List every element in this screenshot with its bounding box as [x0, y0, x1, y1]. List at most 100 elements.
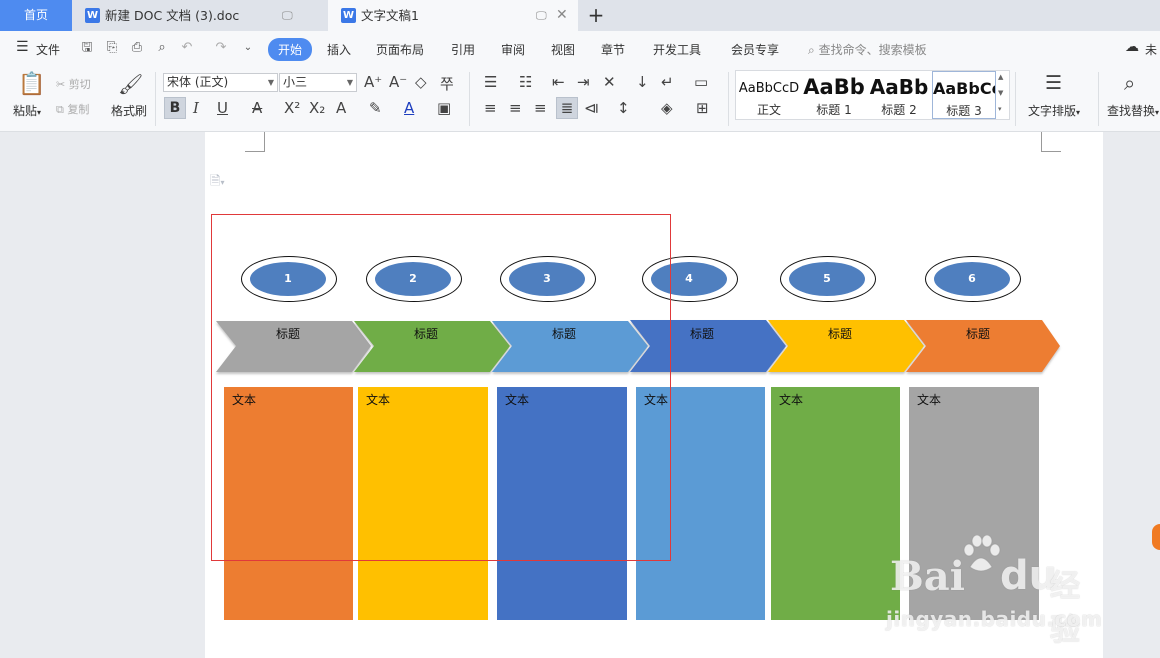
menu-file[interactable]: 文件	[36, 41, 60, 58]
char-border-icon[interactable]: ▣	[437, 99, 451, 117]
magnifier-icon[interactable]: ⌕	[1124, 71, 1135, 95]
tab-doc-1[interactable]: W 新建 DOC 文档 (3).doc 🖵	[72, 0, 327, 31]
decrease-indent-icon[interactable]: ⇤	[552, 73, 565, 91]
menu-section[interactable]: 章节	[601, 41, 625, 58]
style-heading-2[interactable]: AaBb 标题 2	[866, 71, 932, 119]
chevron-title[interactable]: 标题	[828, 325, 852, 342]
tab-doc-2-label: 文字文稿1	[361, 8, 419, 23]
borders-icon[interactable]: ⊞	[696, 99, 709, 117]
menu-review[interactable]: 审阅	[501, 41, 525, 58]
command-search[interactable]: ⌕ 查找命令、搜索模板	[808, 41, 927, 58]
menu-insert[interactable]: 插入	[327, 41, 351, 58]
cloud-icon[interactable]: ☁	[1125, 39, 1139, 55]
text-box-label: 文本	[779, 393, 804, 407]
number-oval[interactable]: 6	[925, 256, 1021, 302]
ribbon-divider	[728, 72, 729, 126]
italic-button[interactable]: I	[193, 99, 199, 117]
chevron-title[interactable]: 标题	[966, 325, 990, 342]
copy-button[interactable]: ⧉ 复制	[56, 101, 89, 117]
paragraph-options-icon[interactable]: 🗎▾	[210, 172, 224, 194]
grow-font-icon[interactable]: A⁺	[364, 73, 382, 91]
text-layout-icon[interactable]: ☰	[1045, 72, 1062, 94]
ruler-icon[interactable]: ▭	[694, 73, 708, 91]
command-search-placeholder: 查找命令、搜索模板	[818, 43, 927, 57]
align-center-icon[interactable]: ≡	[509, 99, 522, 117]
undo-icon[interactable]: ↶	[179, 40, 195, 56]
style-heading-3[interactable]: AaBbCc 标题 3	[932, 71, 996, 119]
export-pdf-icon[interactable]: ⎘	[104, 40, 120, 56]
strikethrough-button[interactable]: A	[252, 99, 262, 117]
scissors-icon: ✂	[56, 78, 66, 91]
format-painter-button[interactable]: 格式刷	[111, 102, 147, 119]
gallery-more-icon[interactable]: ▾	[998, 105, 1002, 113]
sort-icon[interactable]: ↓	[636, 73, 649, 91]
paste-icon[interactable]: 📋	[18, 72, 45, 97]
bold-button[interactable]: B	[164, 97, 186, 119]
watermark-jingyan: 经验	[1050, 569, 1080, 648]
text-box-label: 文本	[917, 393, 942, 407]
hamburger-icon[interactable]: ☰	[16, 39, 29, 55]
chevron-down-icon[interactable]: ⌄	[240, 40, 256, 56]
gallery-down-icon[interactable]: ▼	[998, 89, 1003, 97]
monitor-icon[interactable]: 🖵	[536, 0, 547, 31]
find-replace-button[interactable]: 查找替换▾	[1107, 102, 1159, 119]
menu-home[interactable]: 开始	[268, 38, 313, 61]
baidu-watermark: Bai du 经验 jingyan.baidu.com	[886, 525, 1102, 648]
text-box[interactable]: 文本	[771, 387, 900, 620]
paste-button[interactable]: 粘贴▾	[13, 102, 41, 119]
menu-references[interactable]: 引用	[451, 41, 475, 58]
shading-icon[interactable]: ◈	[661, 99, 673, 117]
ribbon-divider	[469, 72, 470, 126]
chevron-title[interactable]: 标题	[690, 325, 714, 342]
menu-member[interactable]: 会员专享	[731, 41, 779, 58]
style-normal[interactable]: AaBbCcD 正文	[736, 71, 802, 119]
menu-view[interactable]: 视图	[551, 41, 575, 58]
superscript-button[interactable]: X²	[284, 99, 300, 117]
save-icon[interactable]: 🖫	[79, 40, 95, 56]
align-left-icon[interactable]: ≡	[484, 99, 497, 117]
underline-button[interactable]: U	[217, 99, 228, 117]
bullet-list-icon[interactable]: ☰	[484, 73, 497, 91]
redo-icon[interactable]: ↷	[213, 40, 229, 56]
justify-icon[interactable]: ≣	[556, 97, 578, 119]
clear-format-icon[interactable]: ◇	[415, 73, 427, 91]
menu-right-label[interactable]: 未	[1145, 41, 1157, 58]
numbered-list-icon[interactable]: ☷	[519, 73, 532, 91]
tab-home[interactable]: 首页	[0, 0, 72, 31]
menu-developer[interactable]: 开发工具	[653, 41, 701, 58]
new-tab-button[interactable]: +	[586, 0, 606, 31]
monitor-icon[interactable]: 🖵	[282, 0, 293, 31]
distributed-icon[interactable]: ⧏	[584, 99, 599, 117]
tab-doc-2[interactable]: W 文字文稿1 🖵 ✕	[328, 0, 578, 31]
number-oval[interactable]: 5	[780, 256, 876, 302]
font-name-select[interactable]: 宋体 (正文) ▼	[163, 73, 278, 92]
style-heading-1[interactable]: AaBb 标题 1	[802, 71, 866, 119]
cut-button[interactable]: ✂ 剪切	[56, 76, 91, 92]
shrink-font-icon[interactable]: A⁻	[389, 73, 407, 91]
subscript-button[interactable]: X₂	[309, 99, 325, 117]
print-preview-icon[interactable]: ⌕	[154, 40, 170, 56]
gallery-up-icon[interactable]: ▲	[998, 73, 1003, 81]
side-widget[interactable]	[1152, 524, 1160, 550]
number-oval-label: 5	[789, 262, 865, 296]
tab-bar: 首页 W 新建 DOC 文档 (3).doc 🖵 W 文字文稿1 🖵 ✕ +	[0, 0, 1160, 31]
crop-mark	[245, 132, 265, 152]
print-icon[interactable]: ⎙	[129, 40, 145, 56]
highlight-icon[interactable]: ✎	[369, 99, 382, 117]
text-effect-icon[interactable]: A	[336, 99, 346, 117]
close-icon[interactable]: ✕	[556, 0, 568, 31]
watermark-url: jingyan.baidu.com	[886, 607, 1103, 631]
text-layout-button[interactable]: 文字排版▾	[1028, 102, 1080, 119]
align-right-icon[interactable]: ≡	[534, 99, 547, 117]
watermark-brand: Bai	[890, 553, 965, 600]
font-color-icon[interactable]: A	[404, 99, 414, 117]
menu-page-layout[interactable]: 页面布局	[376, 41, 424, 58]
chinese-layout-icon[interactable]: ✕	[603, 73, 616, 91]
show-marks-icon[interactable]: ↵	[661, 73, 674, 91]
font-size-select[interactable]: 小三 ▼	[279, 73, 357, 92]
format-painter-icon[interactable]: 🖌	[118, 72, 143, 96]
increase-indent-icon[interactable]: ⇥	[577, 73, 590, 91]
phonetic-icon[interactable]: 쭈	[440, 73, 454, 94]
line-spacing-icon[interactable]: ↕	[617, 99, 630, 117]
copy-icon: ⧉	[56, 103, 64, 116]
